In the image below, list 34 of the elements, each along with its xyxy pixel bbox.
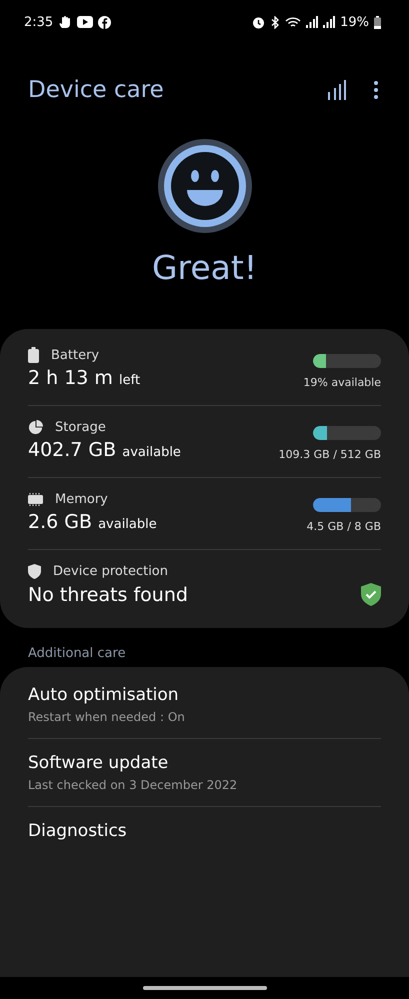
item-value: 2.6 GB available: [28, 511, 157, 533]
smiley-face-icon: [156, 138, 252, 234]
pie-chart-icon: [28, 420, 43, 435]
play-icon: [77, 16, 94, 28]
protection-status: No threats found: [28, 584, 188, 606]
usage-reading: 109.3 GB / 512 GB: [278, 448, 381, 461]
item-label: Device protection: [53, 564, 168, 579]
wifi-icon: [285, 16, 302, 28]
care-item[interactable]: Software update Last checked on 3 December 2022: [28, 739, 381, 807]
f-logo-icon: [98, 16, 112, 28]
bluetooth-icon: [270, 16, 280, 28]
item-label: Memory: [55, 492, 108, 507]
chip-icon: [28, 493, 43, 506]
item-label: Storage: [55, 420, 106, 435]
shield-icon: [28, 564, 41, 579]
signal-icon: [306, 16, 318, 28]
status-time: 2:35: [24, 14, 54, 30]
section-heading: Additional care: [27, 645, 127, 663]
usage-reading: 4.5 GB / 8 GB: [306, 520, 381, 533]
battery-icon: [374, 16, 381, 28]
signal-icon: [323, 16, 336, 28]
item-label: Battery: [51, 348, 100, 362]
alarm-icon: [252, 16, 266, 28]
shield-check-icon: [361, 583, 381, 606]
hand-icon: [58, 15, 72, 29]
page-title: Device care: [28, 77, 165, 103]
battery-icon: [28, 347, 39, 363]
usage-reading: 19% available: [303, 376, 381, 389]
item-value: 402.7 GB available: [28, 439, 181, 461]
item-value: 2 h 13 m left: [28, 367, 140, 389]
battery-percent: 19%: [340, 14, 369, 30]
status-label: Great!: [152, 248, 258, 287]
care-item[interactable]: Diagnostics: [28, 807, 381, 855]
care-item[interactable]: Auto optimisation Restart when needed : On: [28, 671, 381, 739]
